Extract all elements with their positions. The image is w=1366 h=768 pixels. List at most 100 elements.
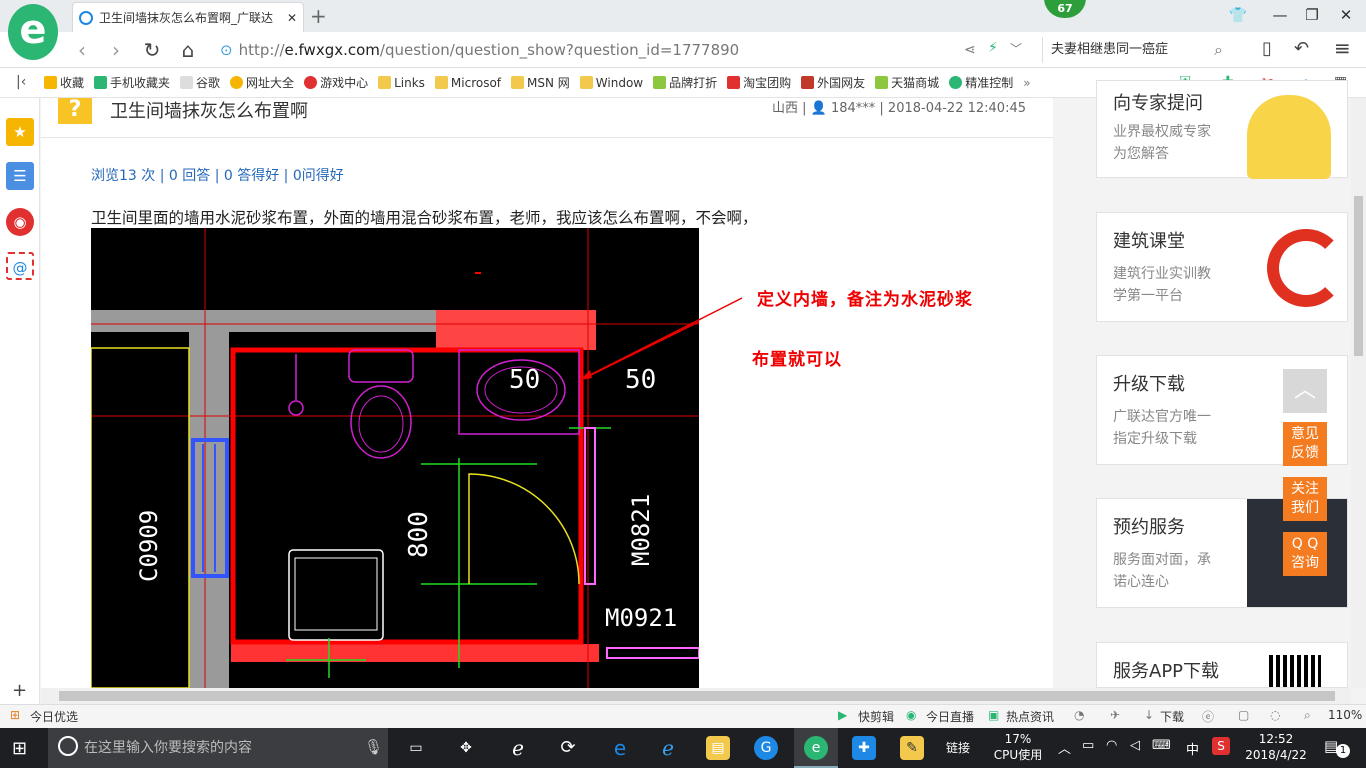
clean-icon[interactable]: ◌: [1270, 708, 1280, 722]
card-building-class[interactable]: 建筑课堂 建筑行业实训教 学第一平台: [1096, 212, 1348, 322]
volume-icon[interactable]: ◁: [1130, 738, 1140, 753]
card-ask-expert[interactable]: 向专家提问 业界最权威专家 为您解答: [1096, 80, 1348, 179]
360-browser-app-icon[interactable]: e: [804, 736, 828, 760]
restore-icon[interactable]: ❐: [1302, 6, 1322, 24]
window-icon[interactable]: ▢: [1238, 708, 1249, 722]
status-download[interactable]: 下载: [1160, 708, 1184, 725]
speed-icon[interactable]: ◔: [1074, 708, 1084, 722]
cpu-usage-widget[interactable]: 17% CPU使用: [990, 731, 1046, 763]
annotation-text-line2: 布置就可以: [752, 350, 842, 370]
bookmark-item[interactable]: 品牌打折: [653, 74, 717, 91]
sidebar-toggle-icon[interactable]: |‹: [16, 74, 26, 90]
glodon-app-icon[interactable]: G: [754, 736, 778, 760]
clock[interactable]: 12:52 2018/4/22: [1240, 731, 1312, 763]
expert-mascot-icon: [1247, 95, 1331, 179]
washer-shape: [288, 549, 384, 641]
feedback-button[interactable]: 意见 反馈: [1283, 422, 1327, 466]
card-line1: 服务面对面，承: [1113, 552, 1211, 568]
lightning-icon[interactable]: ⚡: [988, 40, 998, 56]
ie-app-icon[interactable]: ℯ: [656, 736, 680, 760]
chevron-up-icon[interactable]: ︿: [1058, 738, 1071, 757]
bookmark-item[interactable]: 淘宝团购: [727, 74, 791, 91]
tab-active[interactable]: 卫生间墙抹灰怎么布置啊_广联达 ✕: [72, 2, 304, 32]
question-mark-icon: ?: [58, 98, 92, 124]
mail-icon[interactable]: @: [6, 252, 34, 280]
card-line2: 为您解答: [1113, 146, 1169, 162]
home-icon[interactable]: ⌂: [176, 38, 200, 62]
follow-us-button[interactable]: 关注 我们: [1283, 477, 1327, 521]
undo-icon[interactable]: ↶: [1294, 38, 1309, 59]
ie-mode-icon[interactable]: ⓔ: [1202, 708, 1214, 725]
clock-time: 12:52: [1258, 732, 1294, 746]
weibo-icon[interactable]: ◉: [6, 208, 34, 236]
bookmark-folder[interactable]: Microsof: [434, 76, 501, 90]
browser-logo-icon[interactable]: e: [8, 4, 58, 60]
vertical-scrollbar[interactable]: [1351, 98, 1366, 688]
notes-app-icon[interactable]: ✎: [900, 736, 924, 760]
task-view-icon[interactable]: ▭: [404, 736, 428, 760]
file-explorer-icon[interactable]: ▤: [706, 736, 730, 760]
bookmark-item[interactable]: 游戏中心: [304, 74, 368, 91]
sogou-ime-icon[interactable]: S: [1212, 737, 1230, 755]
close-window-icon[interactable]: ✕: [1336, 6, 1356, 24]
back-to-top-button[interactable]: ︿: [1283, 369, 1327, 413]
share-icon[interactable]: ⋖: [964, 42, 976, 58]
chevron-down-icon[interactable]: ﹀: [1010, 40, 1022, 57]
question-stats[interactable]: 浏览13 次 | 0 回答 | 0 答得好 | 0问得好: [91, 165, 344, 185]
battery-icon[interactable]: ▭: [1082, 738, 1094, 753]
bookmark-item[interactable]: 手机收藏夹: [94, 74, 170, 91]
shirt-skin-icon[interactable]: 👕: [1228, 6, 1248, 24]
horizontal-scrollbar[interactable]: [41, 688, 1351, 704]
bookmark-item[interactable]: 精准控制: [949, 74, 1013, 91]
bookmark-folder[interactable]: Links: [378, 76, 425, 90]
qq-consult-button[interactable]: Q Q 咨询: [1283, 532, 1327, 576]
bookmark-folder[interactable]: Window: [579, 76, 643, 90]
bookmark-folder[interactable]: MSN 网: [511, 74, 570, 91]
status-news[interactable]: 热点资讯: [1006, 708, 1054, 725]
status-live[interactable]: 今日直播: [926, 708, 974, 725]
swirl-app-icon[interactable]: ⟳: [556, 736, 580, 760]
search-input[interactable]: 夫妻相继患同一癌症: [1042, 37, 1242, 63]
ime-indicator[interactable]: 中: [1186, 739, 1199, 758]
reader-list-icon[interactable]: ☰: [6, 162, 34, 190]
address-bar[interactable]: ⊙ http://e.fwxgx.com/question/question_s…: [220, 38, 1040, 62]
tab-close-icon[interactable]: ✕: [287, 11, 297, 25]
bookmark-item[interactable]: 收藏: [44, 74, 84, 91]
more-bookmarks-icon[interactable]: »: [1023, 76, 1030, 90]
pinwheel-app-icon[interactable]: ✥: [454, 736, 478, 760]
status-quick-cut[interactable]: 快剪辑: [858, 708, 894, 725]
scroll-thumb[interactable]: [1354, 196, 1363, 356]
add-sidebar-icon[interactable]: +: [12, 680, 27, 701]
reload-icon[interactable]: ↻: [140, 38, 164, 62]
windows-start-icon[interactable]: ⊞: [12, 738, 27, 759]
bookmark-item[interactable]: 网址大全: [230, 74, 294, 91]
keyboard-icon[interactable]: ⌨: [1152, 738, 1171, 753]
back-arrow-icon[interactable]: ‹: [70, 38, 94, 62]
scroll-thumb[interactable]: [59, 691, 1335, 701]
cortana-icon[interactable]: [58, 736, 78, 756]
phone-icon[interactable]: ▯: [1262, 38, 1272, 59]
forward-arrow-icon[interactable]: ›: [104, 38, 128, 62]
wifi-icon[interactable]: ◠: [1106, 738, 1117, 753]
plus-app-icon[interactable]: ✚: [852, 736, 876, 760]
favorites-star-icon[interactable]: ★: [6, 118, 34, 146]
browser-e-app-icon[interactable]: ℯ: [506, 736, 530, 760]
bookmark-item[interactable]: 谷歌: [180, 74, 220, 91]
taskbar-search-input[interactable]: 在这里输入你要搜索的内容: [48, 728, 388, 768]
microphone-icon[interactable]: 🎙: [364, 738, 383, 756]
menu-icon[interactable]: ≡: [1334, 36, 1351, 60]
bookmark-item[interactable]: 天猫商城: [875, 74, 939, 91]
new-tab-button[interactable]: +: [310, 4, 327, 28]
minimize-icon[interactable]: —: [1270, 6, 1290, 24]
edge-app-icon[interactable]: e: [608, 736, 632, 760]
pin-icon[interactable]: ✈: [1110, 708, 1120, 722]
bookmark-item[interactable]: 外国网友: [801, 74, 865, 91]
zoom-level[interactable]: 110%: [1328, 708, 1362, 722]
card-app-download[interactable]: 服务APP下载: [1096, 642, 1348, 688]
card-title: 服务APP下载: [1113, 661, 1220, 682]
search-icon[interactable]: ⌕: [1214, 40, 1223, 60]
star-icon: [44, 76, 57, 89]
leaf-icon: [653, 76, 667, 89]
status-daily-picks[interactable]: 今日优选: [30, 708, 78, 725]
links-toolbar[interactable]: 链接: [946, 740, 970, 756]
